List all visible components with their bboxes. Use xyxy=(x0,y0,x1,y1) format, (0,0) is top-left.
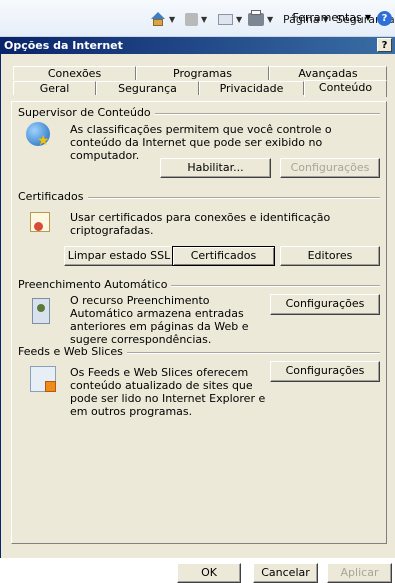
chevron-down-icon: ▼ xyxy=(236,14,243,24)
content-advisor-description: As classificações permitem que você cont… xyxy=(70,123,332,162)
tab-connections[interactable]: Conexões xyxy=(13,66,136,80)
content-advisor-title: Supervisor de Conteúdo xyxy=(18,106,155,119)
tab-panel-content: Supervisor de Conteúdo ★ As classificaçõ… xyxy=(11,101,387,544)
print-button[interactable]: ▼ xyxy=(248,9,274,27)
star-icon: ★ xyxy=(37,133,50,149)
help-icon: ? xyxy=(377,11,392,26)
feeds-description: Os Feeds e Web Slices oferecem conteúdo … xyxy=(70,366,266,418)
chevron-down-icon: ▼ xyxy=(169,14,176,24)
certificate-icon xyxy=(30,212,50,232)
apply-button[interactable]: Aplicar xyxy=(327,563,392,583)
publishers-button[interactable]: Editores xyxy=(280,246,380,266)
internet-options-dialog: Opções da Internet ? Conexões Programas … xyxy=(0,37,395,583)
certificates-button[interactable]: Certificados xyxy=(172,246,275,266)
tab-privacy[interactable]: Privacidade xyxy=(199,81,304,95)
tab-general[interactable]: Geral xyxy=(13,81,96,95)
feeds-settings-button[interactable]: Configurações xyxy=(270,361,380,382)
tab-content[interactable]: Conteúdo xyxy=(304,80,387,97)
mail-button[interactable]: ▼ xyxy=(218,11,242,27)
home-button[interactable]: ▼ xyxy=(150,11,175,27)
certificates-description: Usar certificados para conexões e identi… xyxy=(70,211,331,237)
autocomplete-icon xyxy=(32,298,50,324)
printer-icon xyxy=(248,9,264,26)
tab-advanced[interactable]: Avançadas xyxy=(269,66,387,80)
feeds-title: Feeds e Web Slices xyxy=(18,345,127,358)
chevron-down-icon: ▼ xyxy=(267,14,274,24)
tools-menu[interactable]: Ferramentas ▼ xyxy=(293,11,371,24)
enable-button[interactable]: Habilitar... xyxy=(160,158,271,178)
content-advisor-settings-button[interactable]: Configurações xyxy=(280,158,380,178)
dialog-title: Opções da Internet xyxy=(4,39,123,52)
mail-icon xyxy=(218,13,233,25)
tab-security[interactable]: Segurança xyxy=(96,81,199,95)
cancel-button[interactable]: Cancelar xyxy=(253,563,318,583)
feeds-icon xyxy=(30,366,56,392)
feed-icon xyxy=(185,12,198,26)
tools-menu-label: Ferramentas xyxy=(292,11,362,24)
title-help-button[interactable]: ? xyxy=(377,38,392,52)
content-advisor-icon: ★ xyxy=(26,122,52,148)
clear-ssl-state-button[interactable]: Limpar estado SSL xyxy=(64,246,174,266)
chevron-down-icon: ▼ xyxy=(201,14,208,24)
certificates-title: Certificados xyxy=(18,190,88,203)
feeds-button[interactable]: ▼ xyxy=(185,11,207,27)
chevron-down-icon: ▼ xyxy=(364,13,371,22)
autocomplete-settings-button[interactable]: Configurações xyxy=(270,294,380,315)
dialog-titlebar: Opções da Internet ? xyxy=(1,37,395,54)
help-button[interactable]: ? xyxy=(377,11,392,26)
ok-button[interactable]: OK xyxy=(177,563,241,583)
home-icon xyxy=(150,12,166,26)
autocomplete-title: Preenchimento Automático xyxy=(18,278,172,291)
tab-programs[interactable]: Programas xyxy=(136,66,269,80)
autocomplete-description: O recurso Preenchimento Automático armaz… xyxy=(70,294,249,346)
